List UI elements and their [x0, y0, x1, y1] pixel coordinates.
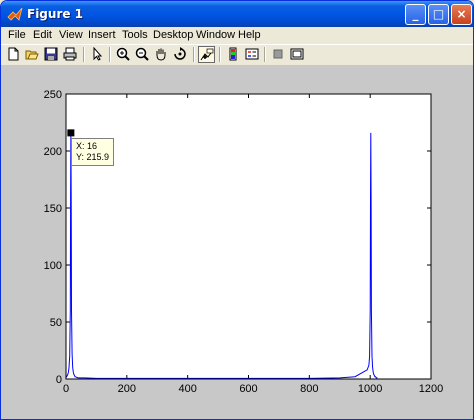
data-tip[interactable]: X: 16 Y: 215.9 — [71, 138, 114, 166]
close-icon: × — [456, 7, 467, 21]
rotate-3d-icon[interactable] — [172, 46, 189, 63]
zoom-out-icon[interactable] — [134, 46, 151, 63]
y-tick-label: 250 — [44, 89, 62, 101]
x-tick-label: 800 — [300, 383, 318, 395]
x-tick-label: 600 — [239, 383, 257, 395]
y-tick-label: 0 — [56, 374, 62, 386]
minimize-button[interactable]: _ — [405, 4, 426, 25]
insert-legend-icon[interactable] — [244, 46, 261, 63]
menu-file[interactable]: File — [8, 29, 26, 41]
menu-edit[interactable]: Edit — [33, 29, 52, 41]
new-figure-icon[interactable] — [5, 46, 22, 63]
matlab-app-icon — [7, 6, 23, 22]
insert-colorbar-icon[interactable] — [225, 46, 242, 63]
toolbar-separator — [83, 47, 85, 62]
toolbar-separator — [109, 47, 111, 62]
x-tick-label: 1200 — [419, 383, 443, 395]
menu-desktop[interactable]: Desktop — [153, 29, 193, 41]
data-cursor-icon[interactable] — [198, 46, 215, 63]
datatip-marker[interactable] — [67, 129, 75, 137]
maximize-button[interactable]: □ — [428, 4, 449, 25]
save-icon[interactable] — [43, 46, 60, 63]
show-plot-tools-icon[interactable] — [289, 46, 306, 63]
x-tick-label: 200 — [118, 383, 136, 395]
window-title: Figure 1 — [27, 7, 84, 21]
title-bar[interactable]: Figure 1 _ □ × — [1, 1, 473, 27]
menu-window[interactable]: Window — [196, 29, 235, 41]
y-tick-label: 100 — [44, 260, 62, 272]
hide-plot-tools-icon[interactable] — [270, 46, 287, 63]
plot-svg: 0 200 400 600 800 1000 1200 0 50 100 150 200 250 — [44, 89, 444, 395]
x-tick-label: 1000 — [358, 383, 382, 395]
datatip-y: Y: 215.9 — [76, 152, 110, 162]
y-tick-label: 50 — [50, 317, 62, 329]
zoom-in-icon[interactable] — [115, 46, 132, 63]
menu-bar: File Edit View Insert Tools Desktop Wind… — [1, 27, 473, 44]
close-button[interactable]: × — [451, 4, 472, 25]
x-tick-label: 400 — [178, 383, 196, 395]
axes-background — [66, 94, 431, 379]
menu-insert[interactable]: Insert — [88, 29, 116, 41]
print-icon[interactable] — [62, 46, 79, 63]
open-file-icon[interactable] — [24, 46, 41, 63]
y-tick-label: 150 — [44, 203, 62, 215]
toolbar — [1, 44, 473, 66]
y-tick-label: 200 — [44, 146, 62, 158]
edit-plot-arrow-icon[interactable] — [89, 46, 106, 63]
menu-tools[interactable]: Tools — [122, 29, 148, 41]
x-tick-label: 0 — [63, 383, 69, 395]
minimize-icon: _ — [412, 7, 419, 21]
menu-help[interactable]: Help — [238, 29, 261, 41]
figure-canvas: 0 200 400 600 800 1000 1200 0 50 100 150 200 250 X: … — [1, 65, 473, 419]
datatip-x: X: 16 — [76, 141, 98, 151]
maximize-icon: □ — [432, 7, 445, 21]
figure-window: Figure 1 _ □ × File Edit View Insert Too… — [0, 0, 474, 420]
toolbar-separator — [193, 47, 195, 62]
pan-hand-icon[interactable] — [153, 46, 170, 63]
menu-view[interactable]: View — [59, 29, 83, 41]
toolbar-separator — [264, 47, 266, 62]
toolbar-separator — [219, 47, 221, 62]
